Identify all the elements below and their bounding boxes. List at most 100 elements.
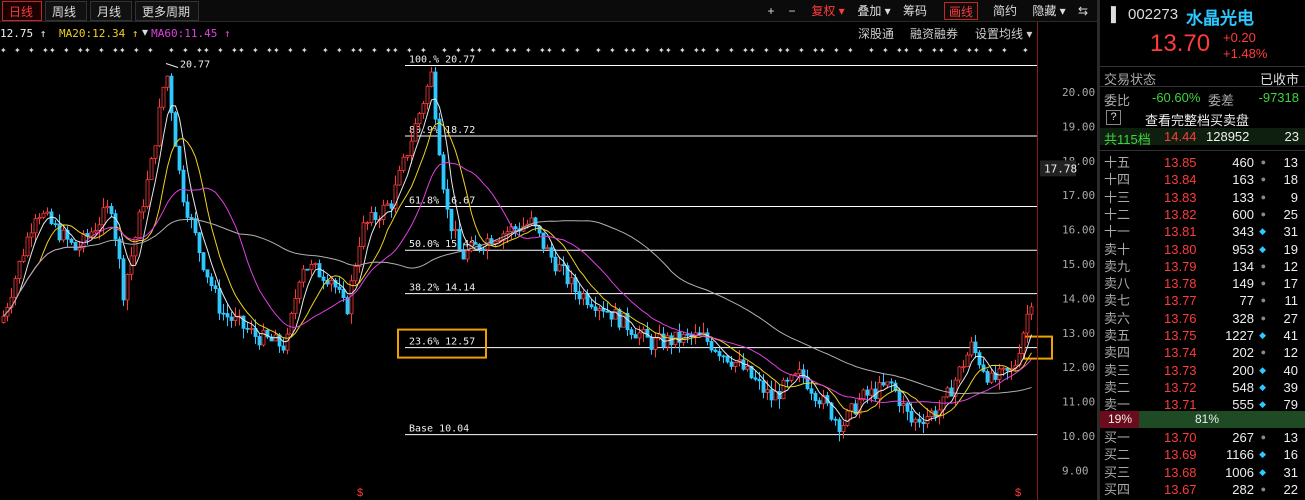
margin-trading-link[interactable]: 融资融券 bbox=[910, 26, 958, 42]
event-marker-icon: ✦ bbox=[728, 46, 735, 55]
candle-body bbox=[889, 381, 894, 384]
candle-body bbox=[833, 418, 838, 421]
sell-order-row[interactable]: 卖二 13.72 548 ◆ 39 bbox=[1104, 379, 1300, 396]
order-dot-icon: ● bbox=[1260, 278, 1266, 289]
candle-body bbox=[137, 211, 142, 238]
candle-body bbox=[101, 207, 106, 226]
event-marker-icon: ✦ bbox=[455, 46, 462, 55]
candle-body bbox=[841, 424, 846, 433]
chips-button[interactable]: 筹码 bbox=[898, 2, 932, 20]
shenzhen-connect-link[interactable]: 深股通 bbox=[858, 26, 894, 42]
price-tick-label: 15.00 bbox=[1062, 258, 1095, 271]
candle-body bbox=[961, 366, 966, 369]
candle-body bbox=[849, 403, 854, 412]
buy-order-row[interactable]: 买三 13.68 1006 ◆ 31 bbox=[1104, 464, 1300, 481]
candle-body bbox=[161, 86, 166, 108]
candle-body bbox=[301, 268, 306, 283]
sell-order-row[interactable]: 十二 13.82 600 ● 25 bbox=[1104, 206, 1300, 223]
candle-body bbox=[45, 211, 50, 214]
price-tick-label: 14.00 bbox=[1062, 292, 1095, 305]
price-tick-label: 11.00 bbox=[1062, 396, 1095, 409]
event-marker-icon: ✦ bbox=[119, 46, 126, 55]
candle-body bbox=[397, 169, 402, 186]
order-volume: 343 bbox=[1232, 224, 1254, 240]
event-marker-icon: ✦ bbox=[574, 46, 581, 55]
order-count: 12 bbox=[1283, 258, 1298, 274]
expand-icon[interactable]: ⇆ bbox=[1074, 2, 1092, 20]
candle-body bbox=[77, 247, 82, 251]
zoom-in-button[interactable]: + bbox=[762, 2, 780, 20]
candle-body bbox=[505, 231, 510, 235]
candle-body bbox=[457, 228, 462, 250]
price-axis-divider bbox=[1037, 22, 1038, 500]
tab-monthly[interactable]: 月线 bbox=[90, 1, 132, 21]
kline-chart[interactable]: 20.0019.0018.0017.0016.0015.0014.0013.00… bbox=[0, 44, 1097, 500]
event-marker-icon: ✦ bbox=[252, 46, 259, 55]
order-price: 13.82 bbox=[1164, 206, 1197, 222]
sell-order-row[interactable]: 十五 13.85 460 ● 13 bbox=[1104, 154, 1300, 171]
candle-body bbox=[721, 355, 726, 358]
hide-dropdown[interactable]: 隐藏 ▾ bbox=[1028, 2, 1070, 20]
candle-body bbox=[965, 354, 970, 368]
order-volume: 1006 bbox=[1225, 464, 1254, 480]
event-marker-icon: ✦ bbox=[0, 46, 7, 55]
buy-order-row[interactable]: 买四 13.67 282 ● 22 bbox=[1104, 481, 1300, 498]
candle-body bbox=[817, 400, 822, 405]
full-book-link[interactable]: 查看完整档买卖盘 bbox=[1145, 110, 1249, 129]
tab-daily[interactable]: 日线 bbox=[2, 1, 42, 21]
sell-order-row[interactable]: 卖九 13.79 134 ● 12 bbox=[1104, 258, 1300, 275]
candle-body bbox=[241, 315, 246, 329]
simple-mode-button[interactable]: 简约 bbox=[988, 2, 1022, 20]
sell-order-row[interactable]: 卖八 13.78 149 ● 17 bbox=[1104, 275, 1300, 292]
draw-line-button[interactable]: 画线 bbox=[944, 2, 978, 20]
sell-order-row[interactable]: 卖四 13.74 202 ● 12 bbox=[1104, 344, 1300, 361]
order-volume: 1166 bbox=[1226, 447, 1254, 463]
tab-weekly[interactable]: 周线 bbox=[45, 1, 87, 21]
buy-order-row[interactable]: 买二 13.69 1166 ◆ 16 bbox=[1104, 446, 1300, 463]
event-marker-icon: ✦ bbox=[539, 46, 546, 55]
event-marker-icon: ✦ bbox=[203, 46, 210, 55]
sell-order-row[interactable]: 十四 13.84 163 ● 18 bbox=[1104, 171, 1300, 188]
sell-order-row[interactable]: 十三 13.83 133 ● 9 bbox=[1104, 189, 1300, 206]
order-dot-icon: ◆ bbox=[1259, 243, 1266, 254]
help-icon[interactable]: ? bbox=[1106, 110, 1121, 125]
candle-body bbox=[25, 236, 30, 257]
candle-body bbox=[321, 276, 326, 281]
zoom-out-button[interactable]: − bbox=[783, 2, 801, 20]
order-volume: 202 bbox=[1232, 345, 1254, 361]
order-dot-icon: ◆ bbox=[1259, 364, 1266, 375]
event-marker-icon: ✦ bbox=[1022, 46, 1029, 55]
total-volume: 128952 bbox=[1206, 129, 1250, 144]
menu-icon[interactable]: ▐ bbox=[1106, 6, 1116, 22]
buy-order-row[interactable]: 买一 13.70 267 ● 13 bbox=[1104, 429, 1300, 446]
more-periods-dropdown[interactable]: 更多周期 ▾ bbox=[135, 1, 199, 39]
ma60-line bbox=[3, 219, 1032, 395]
candle-body bbox=[341, 289, 346, 299]
sell-order-row[interactable]: 卖七 13.77 77 ● 11 bbox=[1104, 292, 1300, 309]
candle-body bbox=[125, 273, 130, 301]
ma-settings-dropdown[interactable]: 设置均线 ▾ bbox=[975, 26, 1032, 42]
overlay-dropdown[interactable]: 叠加 ▾ bbox=[853, 2, 895, 20]
sell-order-row[interactable]: 卖三 13.73 200 ◆ 40 bbox=[1104, 362, 1300, 379]
order-dot-icon: ● bbox=[1260, 312, 1266, 323]
order-price: 13.69 bbox=[1164, 447, 1197, 463]
event-marker-icon: ✦ bbox=[287, 46, 294, 55]
sell-order-row[interactable]: 十一 13.81 343 ◆ 31 bbox=[1104, 223, 1300, 240]
sell-order-row[interactable]: 卖六 13.76 328 ● 27 bbox=[1104, 310, 1300, 327]
sell-order-row[interactable]: 卖十 13.80 953 ◆ 19 bbox=[1104, 241, 1300, 258]
event-marker-icon: ✦ bbox=[966, 46, 973, 55]
adjust-dropdown[interactable]: 复权 ▾ bbox=[806, 2, 850, 20]
candle-body bbox=[437, 118, 442, 156]
event-marker-icon: ✦ bbox=[266, 46, 273, 55]
order-dot-icon: ● bbox=[1260, 260, 1266, 271]
event-marker-icon: ✦ bbox=[182, 46, 189, 55]
candle-body bbox=[153, 145, 158, 159]
sell-order-row[interactable]: 卖五 13.75 1227 ◆ 41 bbox=[1104, 327, 1300, 344]
event-marker-icon: ✦ bbox=[847, 46, 854, 55]
event-marker-icon: ✦ bbox=[868, 46, 875, 55]
candle-body bbox=[233, 316, 238, 321]
order-price: 13.80 bbox=[1164, 241, 1197, 257]
event-marker-icon: ✦ bbox=[322, 46, 329, 55]
candle-body bbox=[29, 232, 34, 238]
order-price: 13.79 bbox=[1164, 258, 1197, 274]
